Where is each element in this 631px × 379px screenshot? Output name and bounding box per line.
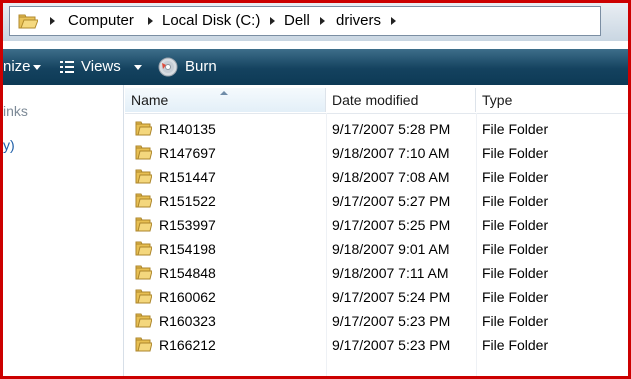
address-bar: Computer Local Disk (C:) Dell drivers xyxy=(3,3,628,41)
breadcrumb-arrow-icon[interactable] xyxy=(320,17,325,25)
explorer-window: Computer Local Disk (C:) Dell drivers ni… xyxy=(3,3,628,376)
breadcrumb-arrow-icon[interactable] xyxy=(391,17,396,25)
breadcrumb-computer[interactable]: Computer xyxy=(68,7,134,35)
file-date-modified: 9/18/2007 7:11 AM xyxy=(332,265,449,281)
file-date-modified: 9/18/2007 9:01 AM xyxy=(332,241,450,257)
file-type: File Folder xyxy=(482,169,549,185)
file-name: R153997 xyxy=(159,217,216,233)
disc-icon xyxy=(158,57,178,77)
file-date-modified: 9/17/2007 5:23 PM xyxy=(332,337,451,353)
file-type: File Folder xyxy=(482,313,549,329)
folder-icon xyxy=(135,337,152,352)
folder-icon xyxy=(135,217,152,232)
organize-button[interactable]: nize xyxy=(3,49,31,85)
file-date-modified: 9/17/2007 5:24 PM xyxy=(332,289,451,305)
file-name: R151447 xyxy=(159,169,216,185)
file-type: File Folder xyxy=(482,289,549,305)
file-row[interactable]: R160323 9/17/2007 5:23 PM File Folder xyxy=(125,309,628,333)
breadcrumb-drivers[interactable]: drivers xyxy=(336,7,381,35)
file-type: File Folder xyxy=(482,193,549,209)
folder-icon xyxy=(135,121,152,136)
file-type: File Folder xyxy=(482,241,549,257)
file-row[interactable]: R151447 9/18/2007 7:08 AM File Folder xyxy=(125,165,628,189)
file-name: R160062 xyxy=(159,289,216,305)
column-header-date[interactable]: Date modified xyxy=(326,88,476,112)
file-name: R166212 xyxy=(159,337,216,353)
file-type: File Folder xyxy=(482,337,549,353)
burn-button[interactable]: Burn xyxy=(185,49,217,85)
column-header-type-label: Type xyxy=(482,92,513,108)
column-header-date-label: Date modified xyxy=(332,92,419,108)
folder-icon xyxy=(18,14,38,29)
file-type: File Folder xyxy=(482,265,549,281)
file-row[interactable]: R140135 9/17/2007 5:28 PM File Folder xyxy=(125,117,628,141)
file-type: File Folder xyxy=(482,217,549,233)
column-header-name[interactable]: Name xyxy=(125,88,326,112)
file-row[interactable]: R154848 9/18/2007 7:11 AM File Folder xyxy=(125,261,628,285)
breadcrumb-arrow-icon[interactable] xyxy=(50,17,55,25)
breadcrumb-arrow-icon[interactable] xyxy=(270,17,275,25)
folder-icon xyxy=(135,193,152,208)
address-field[interactable]: Computer Local Disk (C:) Dell drivers xyxy=(9,6,601,36)
favorite-links-header: inks xyxy=(3,103,28,119)
file-date-modified: 9/18/2007 7:10 AM xyxy=(332,145,450,161)
file-name: R154198 xyxy=(159,241,216,257)
breadcrumb-local-disk[interactable]: Local Disk (C:) xyxy=(162,7,260,35)
file-name: R160323 xyxy=(159,313,216,329)
command-toolbar: nize Views Burn xyxy=(3,49,628,85)
chevron-down-icon[interactable] xyxy=(33,65,41,70)
file-row[interactable]: R147697 9/18/2007 7:10 AM File Folder xyxy=(125,141,628,165)
file-date-modified: 9/17/2007 5:28 PM xyxy=(332,121,451,137)
folder-icon xyxy=(135,145,152,160)
folder-icon xyxy=(135,289,152,304)
folder-icon xyxy=(135,241,152,256)
file-date-modified: 9/17/2007 5:23 PM xyxy=(332,313,451,329)
file-type: File Folder xyxy=(482,145,549,161)
file-row[interactable]: R151522 9/17/2007 5:27 PM File Folder xyxy=(125,189,628,213)
folder-icon xyxy=(135,313,152,328)
views-button[interactable]: Views xyxy=(81,49,121,85)
file-date-modified: 9/17/2007 5:27 PM xyxy=(332,193,451,209)
file-row[interactable]: R153997 9/17/2007 5:25 PM File Folder xyxy=(125,213,628,237)
column-header-name-label: Name xyxy=(131,92,169,108)
breadcrumb-dell[interactable]: Dell xyxy=(284,7,310,35)
file-row[interactable]: R160062 9/17/2007 5:24 PM File Folder xyxy=(125,285,628,309)
file-date-modified: 9/18/2007 7:08 AM xyxy=(332,169,450,185)
file-row[interactable]: R166212 9/17/2007 5:23 PM File Folder xyxy=(125,333,628,357)
file-type: File Folder xyxy=(482,121,549,137)
file-row[interactable]: R154198 9/18/2007 9:01 AM File Folder xyxy=(125,237,628,261)
file-name: R147697 xyxy=(159,145,216,161)
nav-link[interactable]: y) xyxy=(3,137,15,153)
breadcrumb-arrow-icon[interactable] xyxy=(148,17,153,25)
column-header-type[interactable]: Type xyxy=(476,88,628,112)
file-name: R151522 xyxy=(159,193,216,209)
sort-ascending-icon xyxy=(220,91,228,95)
file-name: R154848 xyxy=(159,265,216,281)
navigation-pane: inks y) xyxy=(3,85,124,376)
folder-icon xyxy=(135,265,152,280)
file-date-modified: 9/17/2007 5:25 PM xyxy=(332,217,451,233)
file-list: Name Date modified Type R140135 9/17/2007… xyxy=(125,85,628,376)
column-header-row: Name Date modified Type xyxy=(125,85,628,114)
chevron-down-icon[interactable] xyxy=(134,65,142,70)
folder-icon xyxy=(135,169,152,184)
file-name: R140135 xyxy=(159,121,216,137)
views-icon xyxy=(60,61,74,73)
